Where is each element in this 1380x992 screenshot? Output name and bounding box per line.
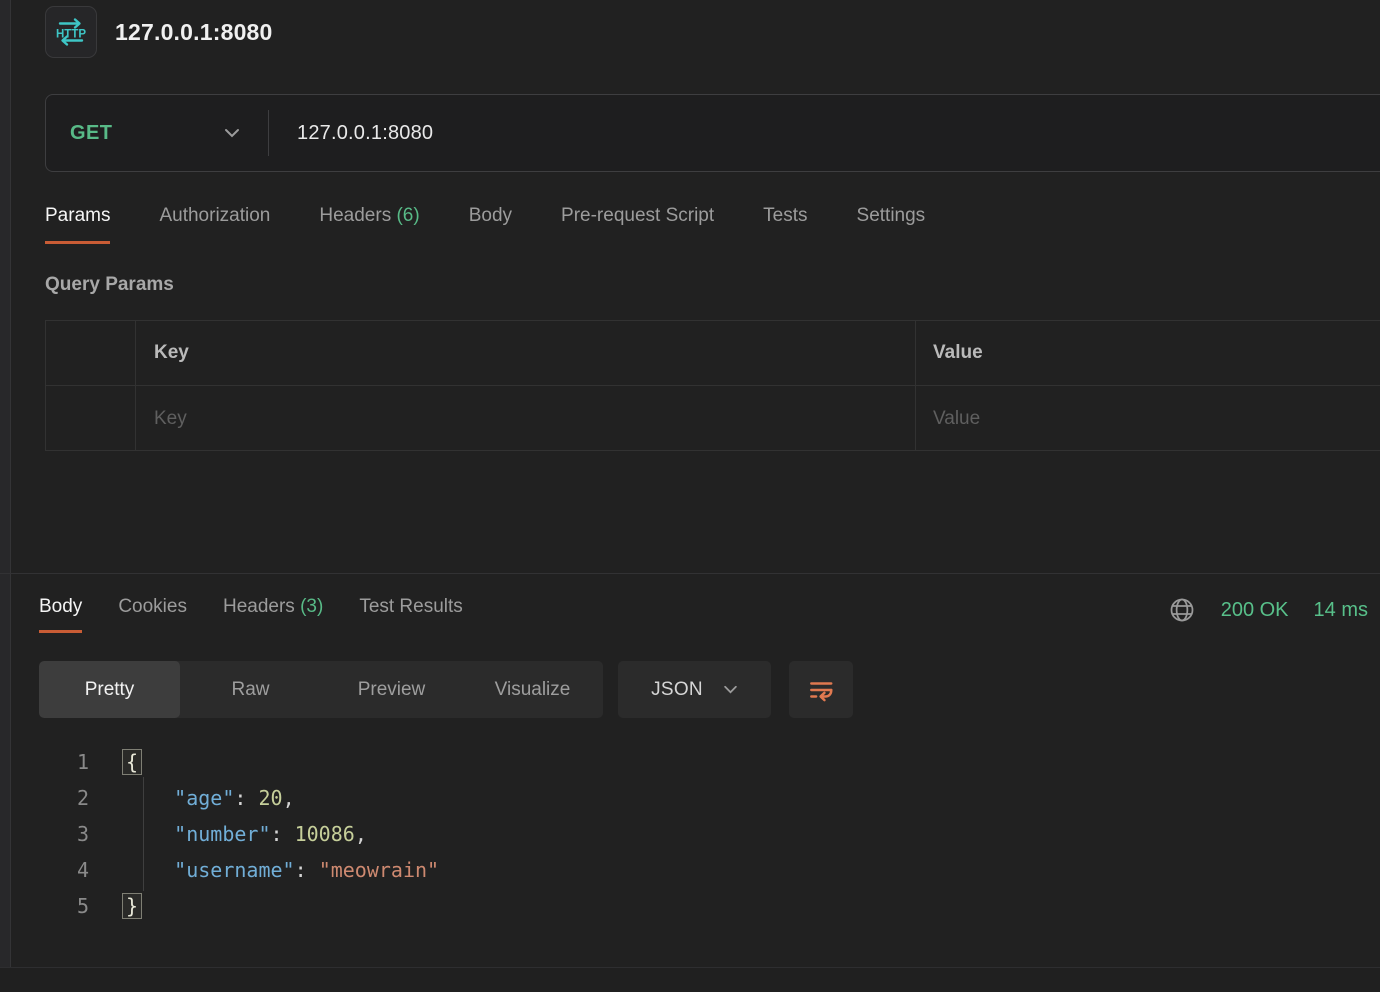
response-tab-headers[interactable]: Headers (3)	[223, 596, 323, 633]
row-checkbox-cell	[46, 386, 136, 451]
tab-headers[interactable]: Headers (6)	[319, 205, 419, 244]
headers-count-badge: (6)	[396, 205, 419, 226]
response-body-code: 1{2 "age": 20,3 "number": 10086,4 "usern…	[11, 744, 1380, 924]
method-label: GET	[70, 122, 112, 145]
view-tab-pretty[interactable]: Pretty	[39, 661, 180, 718]
status-bar	[0, 967, 1380, 992]
view-tab-preview[interactable]: Preview	[321, 661, 462, 718]
line-number: 5	[29, 888, 89, 924]
chevron-down-icon	[224, 128, 240, 138]
url-input[interactable]: 127.0.0.1:8080	[269, 122, 433, 145]
line-number: 2	[29, 780, 89, 816]
request-tabs: Params Authorization Headers (6) Body Pr…	[45, 205, 974, 244]
code-line: 5}	[11, 888, 1380, 924]
response-view-controls: Pretty Raw Preview Visualize JSON	[39, 661, 853, 718]
line-number: 4	[29, 852, 89, 888]
query-params-table: Key Value Key Value	[45, 320, 1380, 451]
request-url-bar: GET 127.0.0.1:8080	[45, 94, 1380, 172]
view-mode-segmented-control: Pretty Raw Preview Visualize	[39, 661, 603, 718]
tab-body[interactable]: Body	[469, 205, 512, 244]
code-text: "number": 10086,	[89, 816, 367, 852]
checkbox-column-header	[46, 321, 136, 385]
response-tab-cookies[interactable]: Cookies	[118, 596, 187, 633]
key-input[interactable]: Key	[136, 386, 916, 451]
view-tab-raw[interactable]: Raw	[180, 661, 321, 718]
response-tab-body[interactable]: Body	[39, 596, 82, 633]
panel-divider[interactable]	[0, 573, 1380, 574]
response-meta: 200 OK 14 ms	[1168, 596, 1368, 624]
tab-settings[interactable]: Settings	[857, 205, 926, 244]
response-headers-count-badge: (3)	[300, 596, 323, 617]
response-tab-test-results[interactable]: Test Results	[359, 596, 462, 633]
chevron-down-icon	[723, 685, 738, 694]
tab-tests[interactable]: Tests	[763, 205, 807, 244]
method-dropdown[interactable]: GET	[46, 95, 268, 171]
request-title: 127.0.0.1:8080	[115, 19, 273, 46]
request-title-row: HTTP 127.0.0.1:8080	[45, 6, 273, 58]
main-panel: HTTP 127.0.0.1:8080 GET 127.0.0.1:8080 P…	[10, 0, 1380, 967]
value-column-header: Value	[916, 321, 1380, 385]
key-column-header: Key	[136, 321, 916, 385]
http-icon: HTTP	[45, 6, 97, 58]
response-time: 14 ms	[1314, 599, 1368, 622]
code-text: }	[89, 888, 138, 924]
language-label: JSON	[651, 679, 703, 701]
code-line: 2 "age": 20,	[11, 780, 1380, 816]
response-tabs: Body Cookies Headers (3) Test Results	[39, 596, 499, 633]
value-input[interactable]: Value	[916, 386, 1380, 451]
line-number: 1	[29, 744, 89, 780]
postman-window: { "header": { "title": "127.0.0.1:8080",…	[0, 0, 1380, 992]
tab-params[interactable]: Params	[45, 205, 110, 244]
table-row: Key Value	[46, 386, 1380, 451]
code-text: "age": 20,	[89, 780, 295, 816]
svg-text:HTTP: HTTP	[56, 29, 86, 41]
beautify-wrap-icon[interactable]	[789, 661, 853, 718]
indent-guide	[143, 777, 144, 891]
tab-pre-request-script[interactable]: Pre-request Script	[561, 205, 714, 244]
language-dropdown[interactable]: JSON	[618, 661, 771, 718]
status-badge: 200 OK	[1221, 599, 1289, 622]
code-text: "username": "meowrain"	[89, 852, 439, 888]
table-header-row: Key Value	[46, 321, 1380, 386]
query-params-title: Query Params	[45, 274, 174, 296]
view-tab-visualize[interactable]: Visualize	[462, 661, 603, 718]
code-text: {	[89, 744, 138, 780]
line-number: 3	[29, 816, 89, 852]
globe-icon[interactable]	[1168, 596, 1196, 624]
code-line: 3 "number": 10086,	[11, 816, 1380, 852]
tab-authorization[interactable]: Authorization	[159, 205, 270, 244]
code-line: 4 "username": "meowrain"	[11, 852, 1380, 888]
code-line: 1{	[11, 744, 1380, 780]
